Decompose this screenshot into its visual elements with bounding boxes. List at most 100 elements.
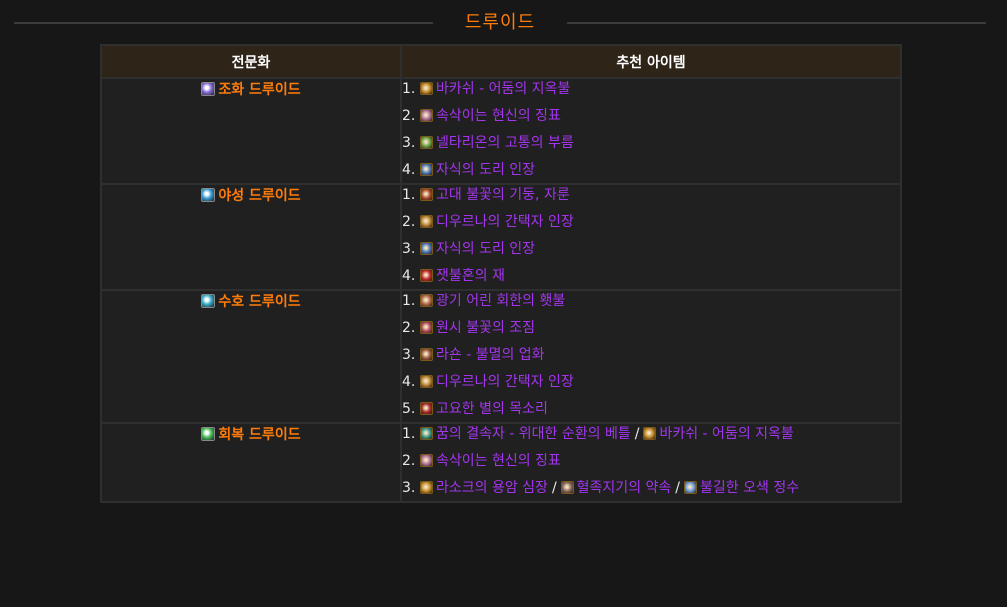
item-name: 불길한 오색 정수 — [700, 480, 800, 496]
page: 드루이드 전문화 추천 아이템 조화 드루이드 1. 바카쉬 - 어둠의 지옥불 2.… — [0, 0, 1007, 607]
ring-icon — [420, 242, 433, 255]
list-item: 2. 디우르나의 간택자 인장 — [402, 212, 900, 232]
spec-cell: 회복 드루이드 — [100, 422, 402, 503]
item-link[interactable]: 불길한 오색 정수 — [684, 480, 799, 496]
item-entry: 원시 불꽃의 조짐 — [420, 318, 900, 338]
item-number: 1. — [402, 426, 416, 442]
ring-icon — [420, 163, 433, 176]
item-name: 광기 어린 회한의 횃불 — [436, 293, 566, 309]
item-link[interactable]: 잿불혼의 재 — [420, 268, 505, 284]
item-link[interactable]: 라숀 - 불멸의 업화 — [420, 347, 545, 363]
heart-icon — [420, 481, 433, 494]
item-link[interactable]: 속삭이는 현신의 징표 — [420, 453, 561, 469]
item-separator: / — [634, 426, 640, 442]
item-name: 속삭이는 현신의 징표 — [436, 453, 561, 469]
flame-icon — [420, 321, 433, 334]
list-item: 3. 넬타리온의 고통의 부름 — [402, 133, 900, 153]
spec-name: 조화 드루이드 — [218, 82, 301, 98]
torch-icon — [420, 294, 433, 307]
item-name: 혈족지기의 약속 — [576, 480, 672, 496]
spec-cell: 조화 드루이드 — [100, 77, 402, 185]
spec-link[interactable]: 조화 드루이드 — [201, 79, 301, 99]
spec-link[interactable]: 야성 드루이드 — [201, 185, 301, 205]
list-item: 4. 자식의 도리 인장 — [402, 160, 900, 180]
item-entry: 디우르나의 간택자 인장 — [420, 212, 900, 232]
axe-icon — [420, 348, 433, 361]
item-entry: 넬타리온의 고통의 부름 — [420, 133, 900, 153]
item-number: 3. — [402, 241, 416, 257]
item-list: 1. 바카쉬 - 어둠의 지옥불 2. 속삭이는 현신의 징표 3. 넬타리온의 고통의 … — [402, 79, 900, 180]
item-link[interactable]: 원시 불꽃의 조짐 — [420, 320, 535, 336]
item-link[interactable]: 넬타리온의 고통의 부름 — [420, 135, 574, 151]
loom-icon — [420, 427, 433, 440]
item-number: 5. — [402, 401, 416, 417]
item-number: 2. — [402, 214, 416, 230]
list-item: 3. 라숀 - 불멸의 업화 — [402, 345, 900, 365]
spec-icon — [201, 427, 216, 441]
item-number: 1. — [402, 293, 416, 309]
spec-link[interactable]: 수호 드루이드 — [201, 291, 301, 311]
list-item: 3. 라소크의 용암 심장 / 혈족지기의 약속 / 불길한 오색 정수 — [402, 478, 900, 498]
spec-icon — [201, 188, 216, 202]
item-entry: 속삭이는 현신의 징표 — [420, 106, 900, 126]
table-row: 회복 드루이드 1. 꿈의 결속자 - 위대한 순환의 베틀 / 바카쉬 - 어둠의 지… — [100, 422, 902, 503]
item-number: 1. — [402, 81, 416, 97]
item-name: 라소크의 용암 심장 — [436, 480, 548, 496]
item-link[interactable]: 고요한 별의 목소리 — [420, 401, 548, 417]
spec-name: 회복 드루이드 — [218, 427, 301, 443]
gem-icon — [643, 427, 657, 440]
item-link[interactable]: 바카쉬 - 어둠의 지옥불 — [643, 426, 794, 442]
item-name: 자식의 도리 인장 — [436, 241, 536, 257]
column-header-spec: 전문화 — [100, 44, 402, 79]
item-link[interactable]: 혈족지기의 약속 — [560, 480, 672, 496]
list-item: 1. 고대 불꽃의 기둥, 자룬 — [402, 185, 900, 205]
recommended-items-table: 전문화 추천 아이템 조화 드루이드 1. 바카쉬 - 어둠의 지옥불 2. 속삭이는 … — [100, 44, 902, 503]
star-icon — [420, 402, 433, 415]
item-number: 4. — [402, 374, 416, 390]
spec-name: 야성 드루이드 — [218, 188, 301, 204]
item-link[interactable]: 라소크의 용암 심장 — [420, 480, 548, 496]
item-link[interactable]: 디우르나의 간택자 인장 — [420, 214, 574, 230]
spec-icon — [201, 82, 216, 96]
item-number: 2. — [402, 320, 416, 336]
claw-icon — [420, 188, 433, 201]
list-item: 3. 자식의 도리 인장 — [402, 239, 900, 259]
item-entry: 속삭이는 현신의 징표 — [420, 451, 900, 471]
heading-divider-left — [14, 22, 433, 24]
item-entry: 디우르나의 간택자 인장 — [420, 372, 900, 392]
item-link[interactable]: 디우르나의 간택자 인장 — [420, 374, 574, 390]
list-item: 2. 속삭이는 현신의 징표 — [402, 106, 900, 126]
item-link[interactable]: 광기 어린 회한의 횃불 — [420, 293, 565, 309]
item-link[interactable]: 꿈의 결속자 - 위대한 순환의 베틀 — [420, 426, 631, 442]
item-link[interactable]: 고대 불꽃의 기둥, 자룬 — [420, 187, 570, 203]
item-list: 1. 고대 불꽃의 기둥, 자룬 2. 디우르나의 간택자 인장 3. 자식의 도리 인장… — [402, 185, 900, 286]
item-name: 디우르나의 간택자 인장 — [436, 214, 574, 230]
item-link[interactable]: 바카쉬 - 어둠의 지옥불 — [420, 81, 570, 97]
table-row: 조화 드루이드 1. 바카쉬 - 어둠의 지옥불 2. 속삭이는 현신의 징표 3. 넬타리… — [100, 77, 902, 185]
item-list: 1. 광기 어린 회한의 횃불 2. 원시 불꽃의 조짐 3. 라숀 - 불멸의 업화 4.… — [402, 291, 900, 419]
spec-icon — [201, 294, 216, 308]
item-number: 1. — [402, 187, 416, 203]
item-name: 디우르나의 간택자 인장 — [436, 374, 574, 390]
item-name: 속삭이는 현신의 징표 — [436, 108, 561, 124]
item-name: 라숀 - 불멸의 업화 — [436, 347, 545, 363]
item-link[interactable]: 속삭이는 현신의 징표 — [420, 108, 561, 124]
item-link[interactable]: 자식의 도리 인장 — [420, 241, 535, 257]
item-separator: / — [675, 480, 681, 496]
list-item: 4. 디우르나의 간택자 인장 — [402, 372, 900, 392]
column-header-items: 추천 아이템 — [400, 44, 902, 79]
item-name: 고요한 별의 목소리 — [436, 401, 548, 417]
spec-link[interactable]: 회복 드루이드 — [201, 424, 301, 444]
item-link[interactable]: 자식의 도리 인장 — [420, 162, 535, 178]
table-row: 야성 드루이드 1. 고대 불꽃의 기둥, 자룬 2. 디우르나의 간택자 인장 3. 자식… — [100, 183, 902, 291]
items-cell: 1. 광기 어린 회한의 횃불 2. 원시 불꽃의 조짐 3. 라숀 - 불멸의 업화 4.… — [400, 289, 902, 424]
spec-cell: 야성 드루이드 — [100, 183, 402, 291]
table-row: 수호 드루이드 1. 광기 어린 회한의 횃불 2. 원시 불꽃의 조짐 3. 라숀 - 불… — [100, 289, 902, 424]
item-entry: 고대 불꽃의 기둥, 자룬 — [420, 185, 900, 205]
list-item: 1. 광기 어린 회한의 횃불 — [402, 291, 900, 311]
list-item: 1. 바카쉬 - 어둠의 지옥불 — [402, 79, 900, 99]
list-item: 2. 원시 불꽃의 조짐 — [402, 318, 900, 338]
item-name: 바카쉬 - 어둠의 지옥불 — [436, 81, 571, 97]
item-name: 바카쉬 - 어둠의 지옥불 — [659, 426, 794, 442]
item-entry: 자식의 도리 인장 — [420, 239, 900, 259]
